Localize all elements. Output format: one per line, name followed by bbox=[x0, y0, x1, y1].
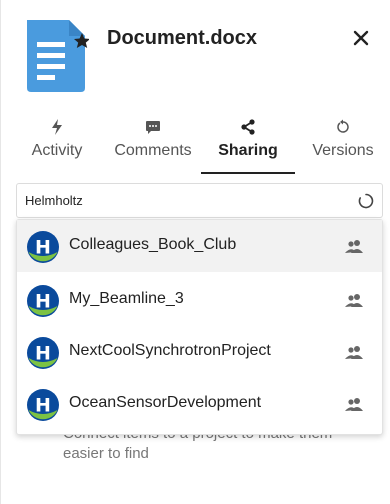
helmholtz-avatar-icon: H bbox=[27, 337, 59, 369]
search-results-dropdown: H Colleagues_Book_Club H My_Beamline_3 H… bbox=[16, 219, 383, 435]
group-icon bbox=[345, 294, 363, 307]
history-icon bbox=[337, 119, 349, 133]
svg-text:H: H bbox=[35, 237, 51, 259]
comment-icon bbox=[146, 121, 160, 134]
result-item[interactable]: H My_Beamline_3 bbox=[17, 274, 382, 326]
tab-activity-label: Activity bbox=[31, 142, 83, 159]
result-item[interactable]: H NextCoolSynchrotronProject bbox=[17, 326, 382, 378]
share-search-input[interactable] bbox=[25, 184, 345, 217]
result-item-label: NextCoolSynchrotronProject bbox=[69, 342, 271, 359]
tab-versions-label: Versions bbox=[312, 142, 374, 159]
helmholtz-avatar-icon: H bbox=[27, 285, 59, 317]
sharing-sidebar: Document.docx Activity Comments Sharing … bbox=[0, 0, 390, 504]
document-title: Document.docx bbox=[107, 27, 258, 49]
result-item-label: Colleagues_Book_Club bbox=[69, 236, 237, 253]
active-tab-indicator bbox=[201, 172, 295, 174]
svg-text:H: H bbox=[35, 291, 51, 313]
loading-spinner-icon bbox=[358, 193, 374, 209]
document-starred-icon bbox=[27, 20, 89, 92]
share-icon bbox=[241, 119, 255, 135]
group-icon bbox=[345, 398, 363, 411]
tab-comments[interactable]: Comments bbox=[111, 118, 195, 174]
result-item[interactable]: H Colleagues_Book_Club bbox=[17, 220, 382, 272]
group-icon bbox=[345, 240, 363, 253]
helmholtz-avatar-icon: H bbox=[27, 389, 59, 421]
result-item-label: OceanSensorDevelopment bbox=[69, 394, 262, 411]
close-icon bbox=[353, 30, 369, 46]
tab-sharing[interactable]: Sharing bbox=[201, 118, 295, 174]
result-item[interactable]: H OceanSensorDevelopment bbox=[17, 378, 382, 430]
tab-sharing-label: Sharing bbox=[218, 142, 278, 159]
tab-versions[interactable]: Versions bbox=[307, 118, 379, 174]
group-icon bbox=[345, 346, 363, 359]
tab-comments-label: Comments bbox=[114, 142, 192, 159]
lightning-icon bbox=[52, 119, 62, 135]
share-search-box bbox=[16, 183, 383, 218]
svg-text:H: H bbox=[35, 343, 51, 365]
helmholtz-avatar-icon: H bbox=[27, 231, 59, 263]
svg-text:H: H bbox=[35, 395, 51, 417]
result-item-label: My_Beamline_3 bbox=[69, 290, 184, 307]
close-button[interactable] bbox=[349, 26, 373, 50]
tab-activity[interactable]: Activity bbox=[21, 118, 93, 174]
tab-bar: Activity Comments Sharing Versions bbox=[1, 118, 390, 174]
